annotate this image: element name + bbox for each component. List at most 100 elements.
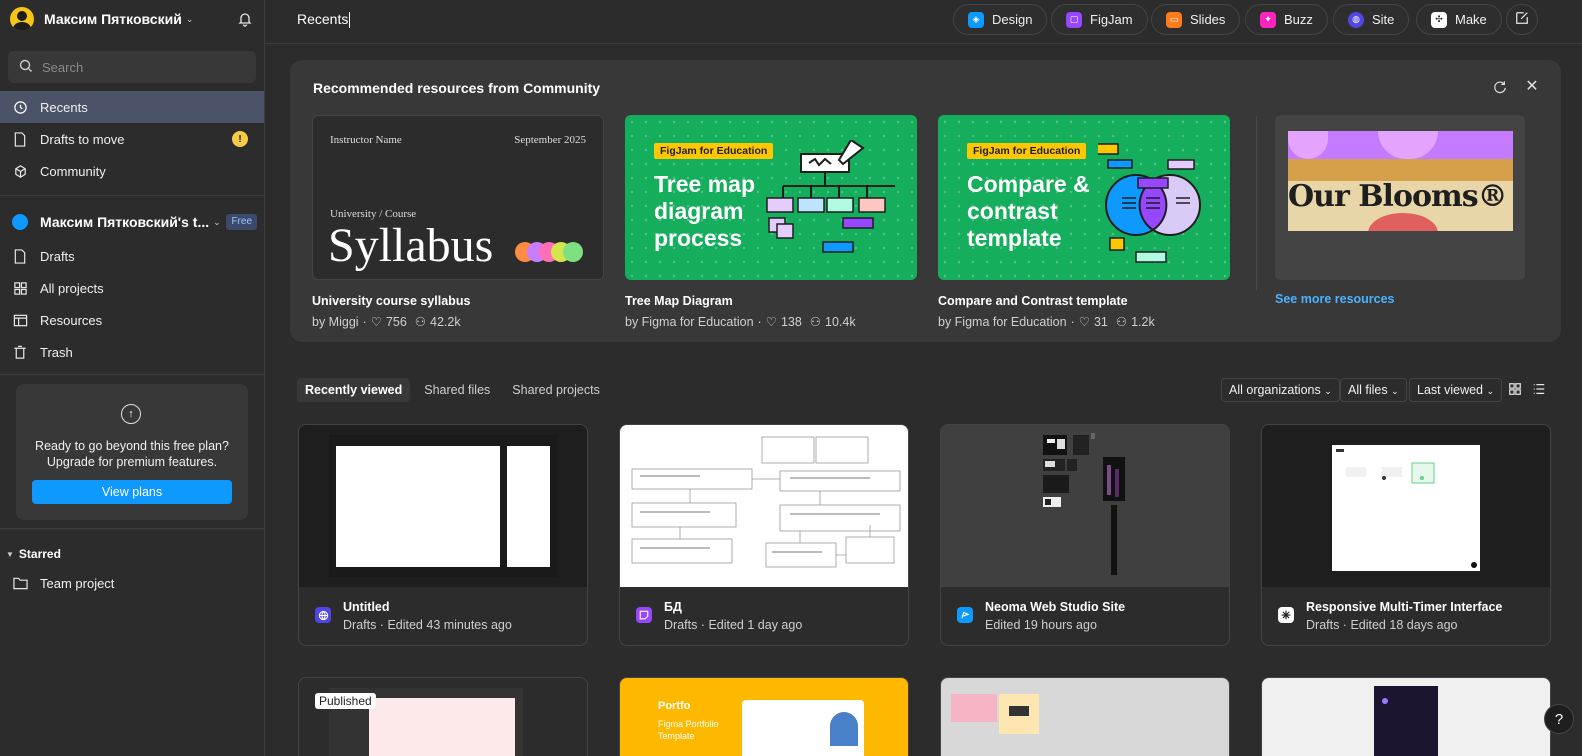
- see-more-resources-link[interactable]: See more resources: [1275, 292, 1395, 306]
- team-switcher[interactable]: Максим Пятковский's t... ⌄ Free: [12, 210, 257, 234]
- divider: [0, 195, 264, 196]
- chevron-down-icon: ▼: [6, 549, 14, 559]
- file-card[interactable]: БД Drafts · Edited 1 day ago: [619, 424, 909, 646]
- user-count: 1.2k: [1131, 314, 1155, 329]
- sidebar-item-resources[interactable]: Resources: [0, 304, 264, 336]
- upgrade-text: Ready to go beyond this free plan? Upgra…: [35, 439, 229, 469]
- figjam-icon: ▢: [1066, 11, 1082, 28]
- bell-icon[interactable]: [235, 9, 255, 29]
- published-badge: Published: [315, 693, 376, 709]
- heart-icon: ♡: [765, 315, 777, 329]
- file-card[interactable]: Neoma Web Studio Site Edited 19 hours ag…: [940, 424, 1230, 646]
- file-info: Neoma Web Studio Site Edited 19 hours ag…: [941, 587, 1229, 645]
- divider: [0, 374, 264, 375]
- file-card[interactable]: Untitled Drafts · Edited 43 minutes ago: [298, 424, 588, 646]
- file-card[interactable]: [940, 677, 1230, 756]
- resource-meta: by Figma for Education · ♡ 138 ⚇ 10.4k: [625, 314, 856, 330]
- divider: [0, 528, 264, 529]
- user-name: Максим Пятковский: [44, 11, 182, 27]
- arrow-up-icon: ↑: [121, 404, 141, 424]
- refresh-icon[interactable]: [1493, 80, 1509, 96]
- starred-section-toggle[interactable]: ▼ Starred: [6, 547, 61, 561]
- sidebar-item-drafts[interactable]: Drafts: [0, 240, 264, 272]
- chevron-down-icon: ⌄: [213, 216, 221, 227]
- chevron-down-icon: ⌄: [185, 13, 194, 24]
- compose-icon: [1515, 11, 1529, 28]
- chevron-down-icon: ⌄: [1324, 386, 1332, 396]
- app-button-design[interactable]: ◈ Design: [953, 4, 1048, 35]
- resource-thumbnail: FigJam for Education Tree map diagram pr…: [625, 115, 917, 280]
- sidebar-item-recents[interactable]: Recents: [0, 91, 264, 123]
- search-input[interactable]: [42, 59, 232, 75]
- tab-shared-projects[interactable]: Shared projects: [504, 378, 608, 402]
- sidebar-item-label: Resources: [40, 312, 103, 328]
- view-plans-button[interactable]: View plans: [32, 480, 232, 504]
- person-icon: ⚇: [414, 315, 427, 329]
- sidebar-item-team-project[interactable]: Team project: [0, 567, 264, 599]
- file-card[interactable]: Portfo Figma Portfolio Template: [619, 677, 909, 756]
- account-switcher[interactable]: Максим Пятковский ⌄: [10, 6, 255, 32]
- file-title: Untitled: [343, 600, 390, 614]
- app-button-figjam[interactable]: ▢ FigJam: [1051, 4, 1148, 35]
- sidebar-item-label: Drafts: [40, 248, 75, 264]
- thumb-page: [336, 446, 500, 567]
- sidebar-item-trash[interactable]: Trash: [0, 336, 264, 368]
- resource-card[interactable]: Instructor Name September 2025 Universit…: [312, 115, 604, 329]
- sidebar-item-label: All projects: [40, 280, 104, 296]
- thumb-badge: FigJam for Education: [967, 143, 1087, 159]
- upgrade-card: ↑ Ready to go beyond this free plan? Upg…: [16, 384, 248, 520]
- sidebar-item-community[interactable]: Community: [0, 155, 264, 187]
- file-card[interactable]: [1261, 677, 1551, 756]
- file-title: БД: [664, 600, 682, 614]
- resource-card[interactable]: FigJam for Education Compare & contrast …: [938, 115, 1230, 329]
- organization-filter[interactable]: All organizations ⌄: [1221, 378, 1340, 402]
- resource-thumbnail: FigJam for Education Compare & contrast …: [938, 115, 1230, 280]
- topbar: Recents ◈ Design ▢ FigJam ▭ Slides ✦ Buz…: [265, 0, 1582, 44]
- app-button-site[interactable]: ◍ Site: [1333, 4, 1410, 35]
- grid-icon: [12, 280, 28, 296]
- file-thumbnail: [620, 425, 908, 587]
- resource-card[interactable]: Our Blooms®: [1275, 115, 1525, 280]
- warning-badge: !: [232, 131, 248, 147]
- thumb-text: September 2025: [514, 134, 586, 146]
- file-card[interactable]: Published: [298, 677, 588, 756]
- file-type-filter[interactable]: All files ⌄: [1340, 378, 1407, 402]
- close-icon[interactable]: ✕: [1523, 78, 1541, 96]
- globe-icon: ◍: [1348, 11, 1364, 28]
- search-box[interactable]: [8, 51, 256, 83]
- chevron-down-icon: ⌄: [1391, 386, 1399, 396]
- resource-card[interactable]: FigJam for Education Tree map diagram pr…: [625, 115, 917, 329]
- sidebar-item-drafts-to-move[interactable]: Drafts to move !: [0, 123, 264, 155]
- file-card[interactable]: Responsive Multi-Timer Interface Drafts …: [1261, 424, 1551, 646]
- clock-icon: [12, 99, 28, 115]
- thumb-frame: [1009, 706, 1029, 716]
- resource-meta: by Miggi · ♡ 756 ⚇ 42.2k: [312, 314, 461, 330]
- app-button-buzz[interactable]: ✦ Buzz: [1245, 4, 1328, 35]
- help-button[interactable]: ?: [1544, 704, 1574, 734]
- text-caret: [349, 12, 351, 29]
- page-title[interactable]: Recents: [297, 11, 351, 29]
- grid-icon: [1508, 382, 1522, 399]
- grid-view-toggle[interactable]: [1503, 378, 1527, 402]
- community-icon: [12, 163, 28, 179]
- resource-name: University course syllabus: [312, 294, 471, 308]
- like-count: 756: [385, 314, 407, 329]
- bloom-band: [1288, 159, 1513, 181]
- tab-shared-files[interactable]: Shared files: [416, 378, 498, 402]
- tab-recently-viewed[interactable]: Recently viewed: [297, 378, 411, 402]
- app-button-slides[interactable]: ▭ Slides: [1151, 4, 1241, 35]
- db-schema-illustration: [631, 436, 901, 568]
- file-title: Responsive Multi-Timer Interface: [1306, 600, 1503, 614]
- new-file-button[interactable]: [1506, 4, 1538, 35]
- list-view-toggle[interactable]: [1527, 378, 1551, 402]
- app-button-make[interactable]: ✣ Make: [1416, 4, 1502, 35]
- sort-dropdown[interactable]: Last viewed ⌄: [1409, 378, 1503, 402]
- sidebar-item-all-projects[interactable]: All projects: [0, 272, 264, 304]
- person-illustration: [830, 712, 858, 746]
- resource-thumbnail: Instructor Name September 2025 Universit…: [312, 115, 604, 280]
- resource-author: by Figma for Education: [938, 314, 1067, 329]
- thumb-title: Syllabus: [328, 219, 494, 272]
- resource-author: by Figma for Education: [625, 314, 754, 329]
- thumb-text: Figma Portfolio Template: [658, 719, 719, 741]
- sidebar-item-label: Trash: [40, 344, 73, 360]
